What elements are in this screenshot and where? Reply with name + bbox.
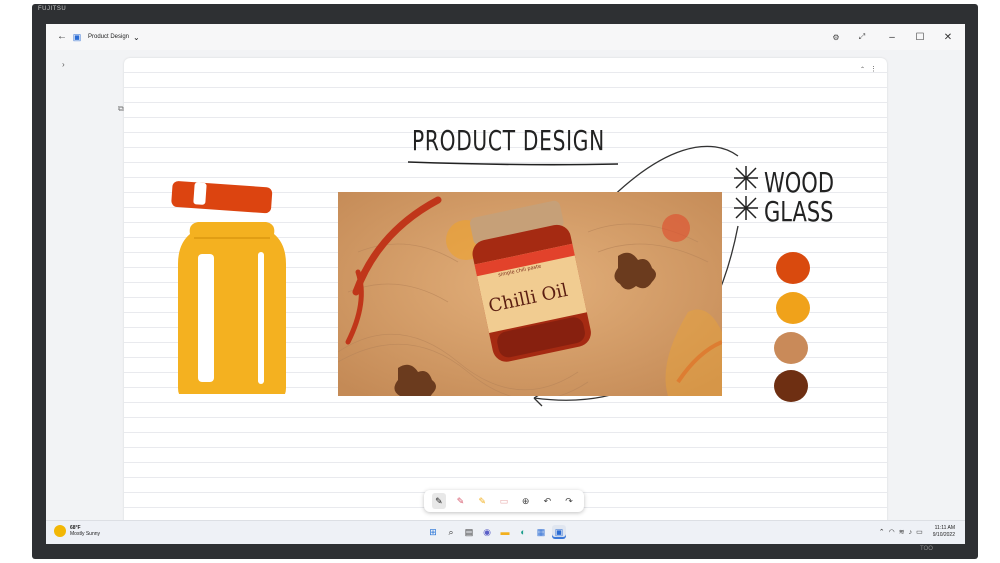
material-label-glass: GLASS bbox=[764, 195, 834, 228]
ink-toolbar: ✎ ✎ ✎ ▭ ⊕ ↶ ↷ bbox=[424, 490, 584, 512]
battery-icon[interactable]: ▭ bbox=[916, 528, 923, 536]
weather-widget[interactable]: 68°F Mostly Sunny bbox=[54, 525, 100, 537]
whiteboard-app-icon: ▣ bbox=[72, 32, 82, 42]
screen: ← ▣ Product Design ⌄ ⚙ ⤢ – ☐ ✕ › ⌃ ⋮ ⧉ P… bbox=[46, 24, 965, 544]
chat-icon[interactable]: ◉ bbox=[480, 525, 494, 539]
close-button[interactable]: ✕ bbox=[937, 32, 959, 43]
redo-icon[interactable]: ↷ bbox=[562, 493, 576, 509]
color-swatch-red[interactable] bbox=[776, 252, 810, 284]
minimize-button[interactable]: – bbox=[881, 32, 903, 43]
jar-drawing bbox=[171, 181, 286, 394]
undo-icon[interactable]: ↶ bbox=[540, 493, 554, 509]
system-tray: ⌃ ◠ ≋ ♪ ▭ 11:11 AM 9/10/2022 bbox=[877, 525, 955, 539]
sun-icon bbox=[54, 525, 66, 537]
clock-time: 11:11 AM bbox=[934, 525, 955, 531]
store-icon[interactable]: ▦ bbox=[534, 525, 548, 539]
file-explorer-icon[interactable]: ▬ bbox=[498, 525, 512, 539]
wifi-icon[interactable]: ≋ bbox=[899, 528, 905, 536]
device-model: TOO bbox=[920, 546, 933, 552]
clock-date: 9/10/2022 bbox=[932, 532, 955, 538]
maximize-button[interactable]: ☐ bbox=[909, 32, 931, 43]
taskbar-apps: ⊞ ⌕ ▤ ◉ ▬ ◐ ▦ ▣ bbox=[424, 525, 568, 539]
clock[interactable]: 11:11 AM 9/10/2022 bbox=[933, 525, 955, 539]
panel-toggle-icon[interactable]: › bbox=[62, 60, 65, 69]
highlighter-icon[interactable]: ✎ bbox=[475, 493, 489, 509]
color-swatch-tan[interactable] bbox=[774, 332, 808, 364]
task-view-icon[interactable]: ▤ bbox=[462, 525, 476, 539]
volume-icon[interactable]: ♪ bbox=[909, 529, 913, 536]
add-shape-icon[interactable]: ⊕ bbox=[519, 493, 533, 509]
device-brand: FUJITSU bbox=[38, 6, 67, 12]
chevron-up-icon[interactable]: ⌃ bbox=[879, 528, 885, 536]
window-title[interactable]: Product Design bbox=[88, 34, 129, 40]
whiteboard-canvas[interactable]: ⌃ ⋮ ⧉ PRODUCT DESIGN WOOD GLASS simple c… bbox=[118, 58, 887, 544]
network-icon[interactable]: ◠ bbox=[889, 528, 895, 536]
back-arrow-icon[interactable]: ← bbox=[56, 31, 68, 43]
windows-start-icon[interactable]: ⊞ bbox=[426, 525, 440, 539]
copy-icon[interactable]: ⧉ bbox=[118, 104, 124, 114]
weather-description: Mostly Sunny bbox=[70, 531, 101, 537]
color-swatch-yellow[interactable] bbox=[776, 292, 810, 324]
pen-black-icon[interactable]: ✎ bbox=[431, 493, 446, 509]
title-bar: ← ▣ Product Design ⌄ ⚙ ⤢ – ☐ ✕ bbox=[46, 24, 965, 50]
chevron-down-icon[interactable]: ⌄ bbox=[133, 33, 140, 42]
edge-browser-icon[interactable]: ◐ bbox=[516, 525, 530, 539]
pen-pink-icon[interactable]: ✎ bbox=[454, 493, 468, 509]
expand-icon[interactable]: ⤢ bbox=[855, 32, 869, 42]
color-swatch-brown[interactable] bbox=[774, 370, 808, 402]
eraser-icon[interactable]: ▭ bbox=[497, 493, 511, 509]
whiteboard-taskbar-icon[interactable]: ▣ bbox=[552, 525, 566, 539]
settings-icon[interactable]: ⚙ bbox=[829, 33, 843, 42]
taskbar: 68°F Mostly Sunny ⊞ ⌕ ▤ ◉ ▬ ◐ ▦ ▣ ⌃ ◠ ≋ … bbox=[46, 520, 965, 544]
product-photo[interactable]: simple chili paste Chilli Oil bbox=[338, 192, 722, 396]
search-icon[interactable]: ⌕ bbox=[444, 525, 458, 539]
